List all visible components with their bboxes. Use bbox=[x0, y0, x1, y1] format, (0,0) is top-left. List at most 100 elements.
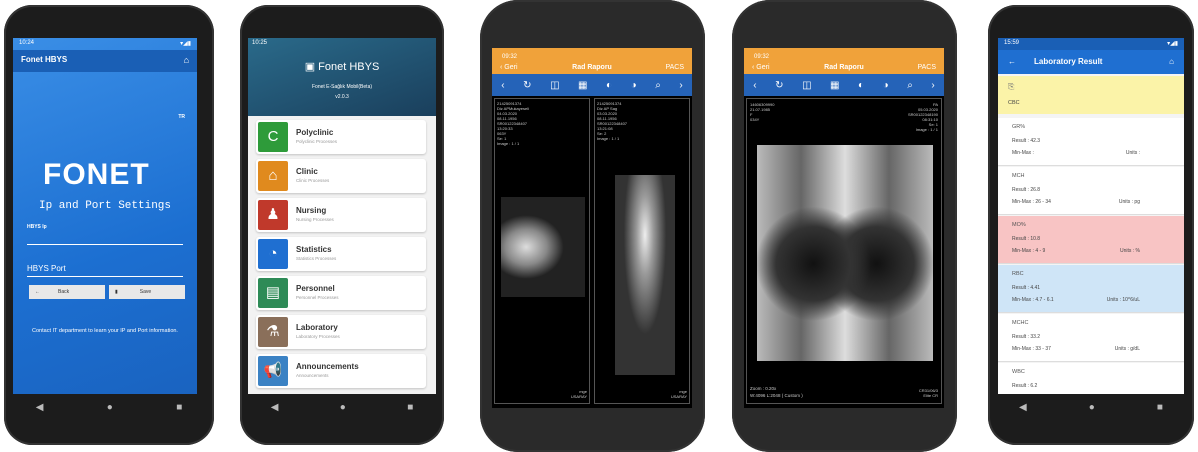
back-button[interactable]: ← Back bbox=[29, 285, 105, 299]
nav-recent-icon[interactable]: ■ bbox=[176, 402, 182, 413]
viewer-toolbar: ‹ ↻ ◫ ▦ ◐ ◑ ⌕ › bbox=[492, 74, 692, 96]
cbc-label: CBC bbox=[1008, 100, 1020, 106]
rotate-icon[interactable]: ↻ bbox=[523, 80, 531, 91]
test-units: Units : % bbox=[1119, 248, 1140, 254]
menu-item-title: Nursing bbox=[296, 206, 327, 215]
contrast-icon[interactable]: ◐ bbox=[606, 80, 612, 91]
test-minmax: Min-Max : 33 - 37 bbox=[1012, 346, 1051, 352]
test-minmax: Min-Max : 4 - 9 bbox=[1012, 248, 1046, 254]
nav-home-icon[interactable]: ● bbox=[107, 402, 113, 413]
menu-item-title: Announcements bbox=[296, 362, 359, 371]
xray-knee-screen: 09:32 ‹ Geri Rad Raporu PACS ‹ ↻ ◫ ▦ ◐ ◑ ⌕ › 21… bbox=[492, 48, 692, 408]
save-icon: ▮ bbox=[115, 289, 118, 295]
nav-home-icon[interactable]: ● bbox=[1089, 402, 1095, 413]
menu-icon: ▤ bbox=[258, 278, 288, 308]
chest-viewport[interactable]: 14606309990 21.07.1985 F 034Y PA 05.03.2… bbox=[746, 98, 942, 404]
save-button[interactable]: ▮ Save bbox=[109, 285, 185, 299]
test-name: MO% bbox=[1012, 222, 1026, 228]
menu-item-title: Laboratory bbox=[296, 323, 338, 332]
test-units: Units : g/dL bbox=[1114, 346, 1140, 352]
home-icon[interactable]: ⌂ bbox=[1169, 57, 1174, 66]
test-result: Result : 42.3 bbox=[1012, 138, 1041, 144]
test-minmax: Min-Max : bbox=[1012, 150, 1034, 156]
android-nav: ◀ ● ■ bbox=[988, 402, 1194, 413]
right-viewport[interactable]: 21425091374 Diz AP Sag 03.03.2020 08.11.… bbox=[594, 98, 690, 404]
lab-result-item[interactable]: MCHC Result : 33.2 Min-Max : 33 - 37 Units … bbox=[998, 314, 1184, 362]
info-text: Contact IT department to learn your IP a… bbox=[32, 328, 178, 334]
left-viewport[interactable]: 21425091374 Diz APMukayeseli 04.03.2020 … bbox=[494, 98, 590, 404]
lab-result-item[interactable]: MO% Result : 10.8 Min-Max : 4 - 9 Units : % bbox=[998, 216, 1184, 264]
test-result: Result : 26.8 bbox=[1012, 187, 1041, 193]
nav-recent-icon[interactable]: ■ bbox=[1157, 402, 1163, 413]
test-units: Units : pg bbox=[1118, 199, 1140, 205]
next-icon[interactable]: › bbox=[931, 80, 934, 91]
back-arrow-icon[interactable]: ← bbox=[1008, 57, 1016, 66]
menu-icon: ⌂ bbox=[258, 161, 288, 191]
menu-item[interactable]: 📢 Announcements Announcements bbox=[256, 354, 426, 388]
prev-icon[interactable]: ‹ bbox=[753, 80, 756, 91]
menu-item-title: Clinic bbox=[296, 167, 318, 176]
test-name: WBC bbox=[1012, 369, 1025, 375]
next-icon[interactable]: › bbox=[679, 80, 682, 91]
page-title: Rad Raporu bbox=[824, 64, 864, 71]
menu-item-subtitle: Statistics Processes bbox=[296, 256, 337, 261]
prev-icon[interactable]: ‹ bbox=[501, 80, 504, 91]
zoom-icon[interactable]: ⌕ bbox=[907, 80, 913, 91]
language-tr[interactable]: TR bbox=[178, 114, 185, 120]
nav-back-icon[interactable]: ◀ bbox=[1019, 402, 1027, 413]
grid-icon[interactable]: ▦ bbox=[578, 80, 587, 91]
nav-back-icon[interactable]: ◀ bbox=[36, 402, 44, 413]
zoom-readout: Zoom : 0.20x bbox=[750, 386, 777, 391]
compare-icon[interactable]: ◫ bbox=[550, 80, 559, 91]
cbc-section: ⎘ CBC bbox=[998, 76, 1184, 114]
lab-result-screen: 15:59 ▾◢▮ ← Laboratory Result ⌂ ⎘ CBC GR% Res… bbox=[998, 38, 1184, 394]
pacs-button[interactable]: PACS bbox=[917, 64, 936, 71]
menu-item[interactable]: ⚗ Laboratory Laboratory Processes bbox=[256, 315, 426, 349]
pacs-button[interactable]: PACS bbox=[665, 64, 684, 71]
zoom-icon[interactable]: ⌕ bbox=[655, 80, 661, 91]
invert-icon[interactable]: ◑ bbox=[883, 80, 889, 91]
hbys-port-input[interactable]: HBYS Port bbox=[27, 264, 66, 273]
menu-item[interactable]: ◔ Statistics Statistics Processes bbox=[256, 237, 426, 271]
port-underline bbox=[27, 276, 183, 277]
nav-home-icon[interactable]: ● bbox=[340, 402, 346, 413]
menu-icon: C bbox=[258, 122, 288, 152]
left-image-info: 21425091374 Diz APMukayeseli 04.03.2020 … bbox=[497, 101, 530, 146]
lab-result-item[interactable]: MCH Result : 26.8 Min-Max : 26 - 34 Units :… bbox=[998, 167, 1184, 215]
logo-icon: ▣ bbox=[304, 61, 319, 73]
test-name: RBC bbox=[1012, 271, 1024, 277]
knee-xray-image bbox=[501, 197, 585, 297]
menu-item[interactable]: ⌂ Clinic Clinic Processes bbox=[256, 159, 426, 193]
grid-icon[interactable]: ▦ bbox=[830, 80, 839, 91]
left-image-info: 14606309990 21.07.1985 F 034Y bbox=[750, 102, 775, 122]
fonet-logo: FONET bbox=[43, 158, 150, 191]
lab-result-item[interactable]: RBC Result : 4.41 Min-Max : 4.7 - 6.1 Units… bbox=[998, 265, 1184, 313]
viewer-toolbar: ‹ ↻ ◫ ▦ ◐ ◑ ⌕ › bbox=[744, 74, 944, 96]
app-version: v2.0.3 bbox=[335, 94, 349, 100]
rotate-icon[interactable]: ↻ bbox=[775, 80, 783, 91]
menu-item[interactable]: C Polyclinic Polyclinic Processes bbox=[256, 120, 426, 154]
menu-header: 10:25 ▣ Fonet HBYS Fonet E-Sağlık Mobil(… bbox=[248, 38, 436, 116]
right-image-info: PA 05.03.2020 SR00122348190 08:31:10 Se:… bbox=[907, 102, 938, 132]
menu-item[interactable]: ♟ Nursing Nursing Processes bbox=[256, 198, 426, 232]
invert-icon[interactable]: ◑ bbox=[631, 80, 637, 91]
test-units: Units : bbox=[1125, 150, 1140, 156]
page-title: Laboratory Result bbox=[1034, 57, 1103, 66]
rad-header: 09:32 ‹ Geri Rad Raporu PACS bbox=[744, 48, 944, 74]
app-title: Fonet HBYS bbox=[21, 55, 68, 64]
nav-recent-icon[interactable]: ■ bbox=[407, 402, 413, 413]
lab-result-item[interactable]: WBC Result : 6.2 bbox=[998, 363, 1184, 394]
left-footer: mge USARAY bbox=[570, 389, 587, 399]
lab-result-item[interactable]: GR% Result : 42.3 Min-Max : Units : bbox=[998, 118, 1184, 166]
hbys-ip-input[interactable] bbox=[27, 244, 183, 245]
menu-item-title: Statistics bbox=[296, 245, 332, 254]
home-icon[interactable]: ⌂ bbox=[184, 55, 189, 65]
nav-back-icon[interactable]: ◀ bbox=[271, 402, 279, 413]
menu-icon: 📢 bbox=[258, 356, 288, 386]
settings-screen: 10:24 ▾◢▮ Fonet HBYS ⌂ TR FONET Ip and Por… bbox=[13, 38, 197, 394]
status-time: 09:32 bbox=[754, 54, 770, 60]
copy-icon[interactable]: ⎘ bbox=[1008, 82, 1174, 92]
contrast-icon[interactable]: ◐ bbox=[858, 80, 864, 91]
compare-icon[interactable]: ◫ bbox=[802, 80, 811, 91]
menu-item[interactable]: ▤ Personnel Personnel Processes bbox=[256, 276, 426, 310]
